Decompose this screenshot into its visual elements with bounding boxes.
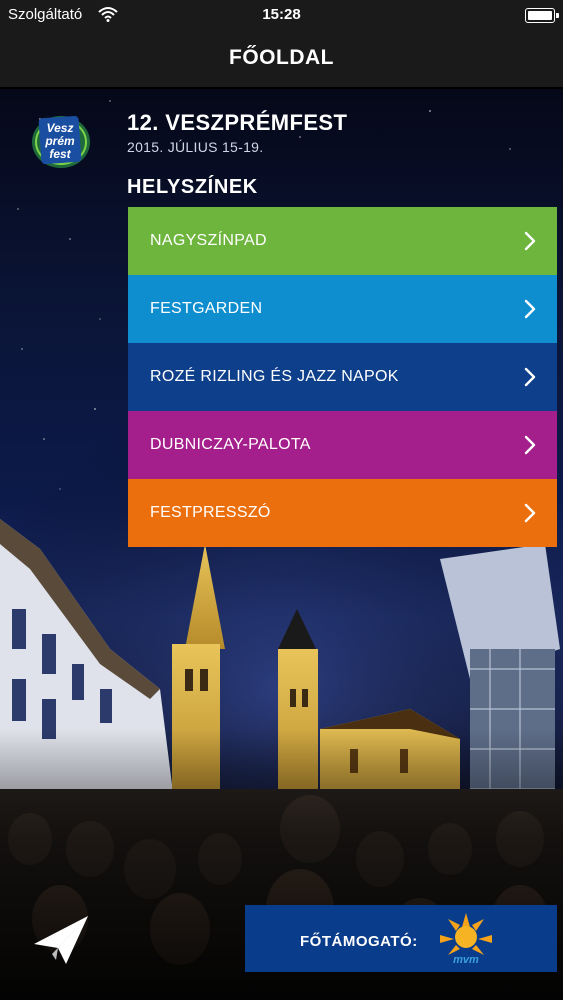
festival-title: 12. VESZPRÉMFEST: [127, 110, 348, 135]
chevron-right-icon: [524, 435, 536, 455]
chevron-right-icon: [524, 299, 536, 319]
sponsor-label: FŐTÁMOGATÓ:: [300, 933, 418, 950]
venue-item-festgarden[interactable]: FESTGARDEN: [128, 275, 557, 343]
logo-text-3: fest: [49, 147, 71, 161]
venues-heading: HELYSZÍNEK: [127, 176, 258, 198]
clock: 15:28: [262, 6, 301, 23]
venue-label: FESTGARDEN: [150, 300, 263, 317]
status-bar: Szolgáltató 15:28: [0, 0, 563, 30]
sponsor-logo-text: mvm: [453, 954, 479, 966]
festival-logo: Vesz prém fest: [30, 113, 92, 171]
venue-label: ROZÉ RIZLING ÉS JAZZ NAPOK: [150, 368, 399, 385]
venue-label: DUBNICZAY-PALOTA: [150, 436, 311, 453]
venue-item-festpresszo[interactable]: FESTPRESSZÓ: [128, 479, 557, 547]
venue-label: NAGYSZÍNPAD: [150, 232, 267, 249]
sponsor-banner[interactable]: FŐTÁMOGATÓ: mvm: [245, 905, 557, 972]
venue-list: NAGYSZÍNPAD FESTGARDEN ROZÉ RIZLING ÉS J…: [128, 207, 557, 547]
festival-date: 2015. JÚLIUS 15-19.: [127, 139, 264, 155]
navigation-bar: FŐOLDAL: [0, 30, 563, 88]
venue-item-roze-rizling[interactable]: ROZÉ RIZLING ÉS JAZZ NAPOK: [128, 343, 557, 411]
chevron-right-icon: [524, 503, 536, 523]
share-button[interactable]: [30, 910, 92, 970]
page-title: FŐOLDAL: [229, 46, 334, 69]
battery-icon: [525, 8, 559, 23]
venue-item-nagyszinpad[interactable]: NAGYSZÍNPAD: [128, 207, 557, 275]
logo-text-1: Vesz: [47, 121, 74, 135]
sponsor-logo: mvm: [438, 911, 494, 967]
chevron-right-icon: [524, 367, 536, 387]
logo-text-2: prém: [44, 134, 75, 148]
chevron-right-icon: [524, 231, 536, 251]
venue-label: FESTPRESSZÓ: [150, 504, 271, 521]
venue-item-dubniczay-palota[interactable]: DUBNICZAY-PALOTA: [128, 411, 557, 479]
paper-plane-icon: [34, 916, 88, 964]
